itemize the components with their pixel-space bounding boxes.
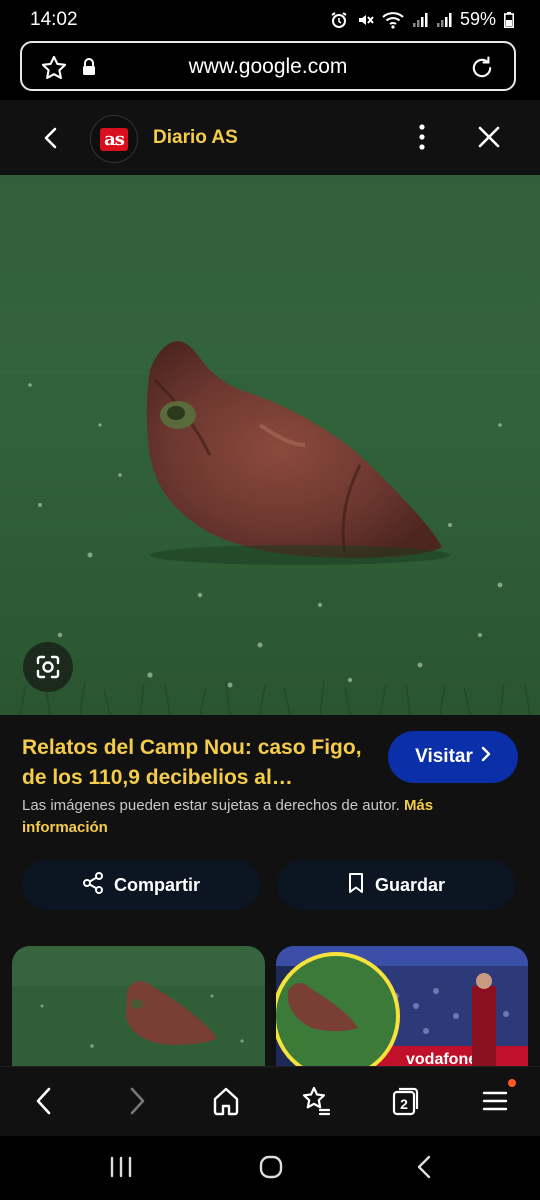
address-bar-area: www.google.com [0,40,540,100]
chevron-right-icon [481,746,491,768]
url-text[interactable]: www.google.com [22,55,514,79]
system-back-icon[interactable] [412,1154,438,1185]
home-icon[interactable] [211,1084,241,1123]
nav-back-icon[interactable] [32,1084,56,1123]
visit-button[interactable]: Visitar [388,731,518,783]
wifi-icon [382,11,404,29]
close-icon[interactable] [475,123,503,156]
tabs-icon[interactable]: 2 [390,1084,420,1123]
bookmark-icon [347,872,365,899]
signal-icon-2 [436,12,452,28]
save-button-label: Guardar [374,874,446,895]
more-options-icon[interactable] [416,122,428,157]
back-arrow-icon[interactable] [40,124,62,157]
google-lens-button[interactable] [23,642,73,692]
status-icons: 59% [330,9,514,30]
share-button[interactable]: Compartir [22,860,260,910]
alarm-icon [330,11,348,29]
browser-bottom-nav: 2 [0,1066,540,1137]
bookmarks-icon[interactable] [300,1084,332,1123]
recent-apps-icon[interactable] [108,1154,134,1185]
viewer-header: as Diario AS [0,100,540,175]
status-bar: 14:02 59% [0,0,540,40]
site-logo-mark: as [100,127,128,151]
menu-notification-dot [508,1079,516,1087]
site-name[interactable]: Diario AS [153,127,238,149]
tab-count: 2 [400,1096,408,1112]
related-thumbnail[interactable] [12,946,265,1070]
visit-button-label: Visitar [415,746,473,767]
status-time: 14:02 [30,9,78,30]
site-logo[interactable]: as [90,115,138,163]
mute-icon [356,11,374,29]
system-nav-bar [0,1136,540,1200]
copyright-notice: Las imágenes pueden estar sujetas a dere… [22,795,522,839]
signal-icon-1 [412,12,428,28]
nav-forward-icon[interactable] [125,1084,149,1123]
related-thumbnail[interactable]: vodafone [276,946,528,1070]
reload-icon[interactable] [468,54,496,87]
battery-icon [504,11,514,28]
share-icon [82,871,104,899]
menu-icon[interactable] [482,1084,508,1123]
battery-percent: 59% [459,9,496,29]
address-bar[interactable]: www.google.com [20,41,516,91]
result-title[interactable]: Relatos del Camp Nou: caso Figo, de los … [22,733,372,793]
main-image[interactable] [0,175,540,715]
system-home-icon[interactable] [258,1154,284,1185]
copyright-text: Las imágenes pueden estar sujetas a dere… [22,797,400,814]
save-button[interactable]: Guardar [277,860,515,910]
share-button-label: Compartir [113,874,200,895]
